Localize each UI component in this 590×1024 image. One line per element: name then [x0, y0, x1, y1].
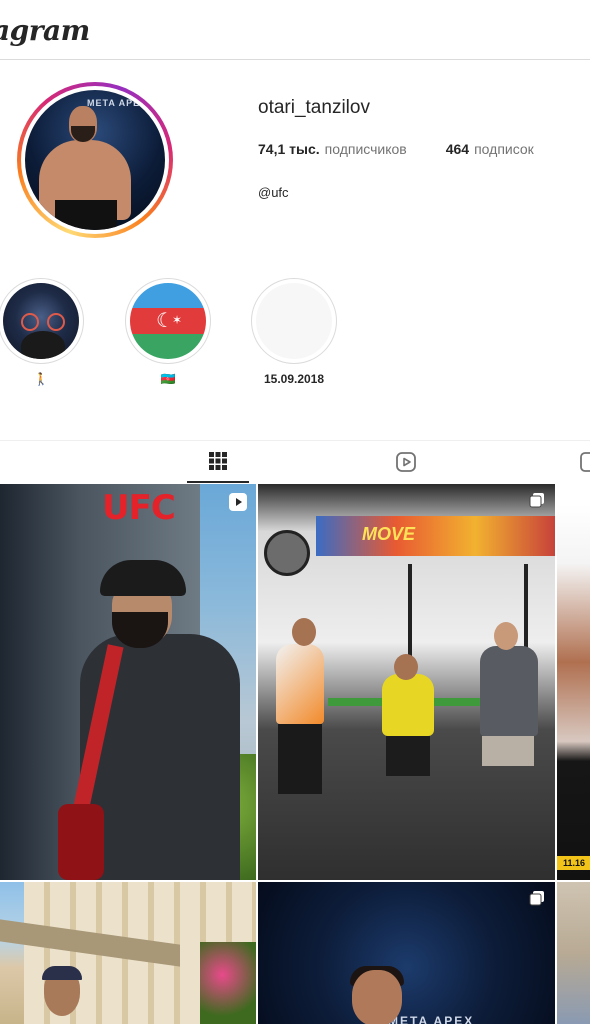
- highlight-label: 15.09.2018: [263, 372, 325, 386]
- star-icon: ✶: [172, 313, 183, 328]
- posts-grid: UFC MOVE 11.16 META APEX: [0, 484, 590, 1024]
- top-bar: agram: [0, 0, 590, 60]
- post-tile[interactable]: [0, 882, 256, 1024]
- profile-username: otari_tanzilov: [258, 97, 370, 118]
- highlight-cover-empty: [256, 283, 332, 359]
- post-tile[interactable]: [557, 882, 590, 1024]
- instagram-logo[interactable]: agram: [0, 14, 90, 47]
- tab-tagged[interactable]: [570, 441, 590, 483]
- post-date-text: 11.16: [563, 858, 586, 868]
- following-count: 464: [445, 141, 470, 157]
- tab-posts[interactable]: [187, 441, 249, 483]
- post-tile[interactable]: META APEX: [258, 882, 555, 1024]
- following-stat[interactable]: 464 подписок: [446, 141, 534, 157]
- highlight-date[interactable]: 15.09.2018: [251, 278, 337, 386]
- avatar-banner-text: META APEX: [87, 98, 148, 108]
- highlight-label: 🚶: [33, 372, 49, 386]
- post-tile[interactable]: UFC: [0, 484, 256, 880]
- post-tile[interactable]: 11.16: [557, 484, 590, 880]
- reels-icon: [396, 452, 416, 472]
- following-label: подписок: [474, 141, 534, 157]
- ufc-logo: UFC: [102, 488, 176, 528]
- profile-stats: 74,1 тыс. подписчиков 464 подписок: [258, 141, 573, 157]
- highlight-flag[interactable]: ☾ ✶ 🇦🇿: [125, 278, 211, 386]
- highlight-walk[interactable]: 🚶: [0, 278, 84, 386]
- avatar: META APEX: [25, 90, 165, 230]
- mural-text: MOVE: [362, 524, 416, 544]
- carousel-icon: [529, 493, 544, 508]
- highlight-cover-car: [3, 283, 79, 359]
- banner-text: META APEX: [388, 1014, 475, 1024]
- followers-label: подписчиков: [324, 141, 407, 157]
- carousel-icon: [529, 891, 544, 906]
- followers-count: 74,1 тыс.: [258, 141, 320, 157]
- post-tile[interactable]: MOVE: [258, 484, 555, 880]
- tagged-icon: [580, 452, 590, 472]
- followers-stat[interactable]: 74,1 тыс. подписчиков: [258, 141, 407, 157]
- azerbaijan-flag-icon: ☾ ✶: [130, 283, 206, 359]
- profile-avatar[interactable]: META APEX: [17, 82, 173, 238]
- profile-tabs: [0, 440, 590, 484]
- bio-mention-link[interactable]: @ufc: [258, 185, 289, 200]
- reel-icon: [229, 493, 247, 511]
- tab-reels[interactable]: [375, 441, 437, 483]
- grid-icon: [209, 452, 227, 470]
- highlight-label: 🇦🇿: [160, 372, 176, 386]
